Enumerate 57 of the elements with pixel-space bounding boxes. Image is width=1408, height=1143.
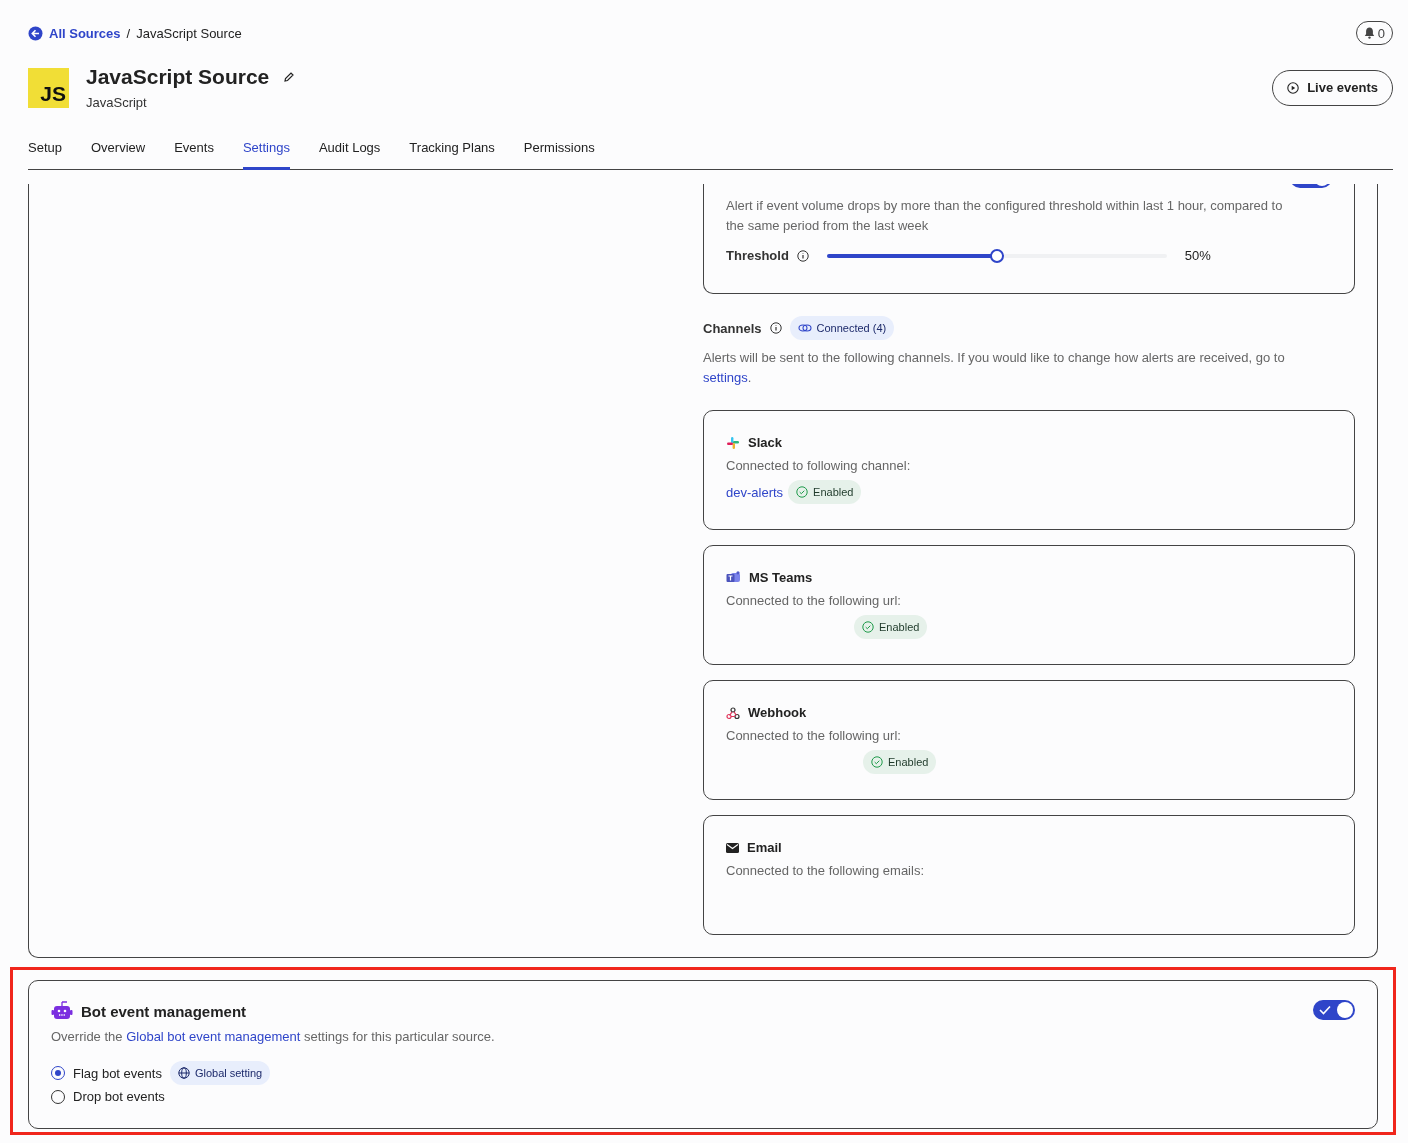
enabled-badge: Enabled — [863, 750, 937, 774]
webhook-icon — [726, 705, 740, 720]
tab[interactable]: Audit Logs — [318, 136, 381, 170]
channel-link[interactable]: dev-alerts — [726, 484, 784, 500]
tab[interactable]: Tracking Plans — [409, 136, 495, 170]
link-icon — [797, 323, 812, 333]
breadcrumb-current: JavaScript Source — [136, 25, 242, 41]
info-icon — [796, 249, 809, 262]
bot-description: Override the Global bot event management settings for this particular source. — [51, 1028, 496, 1046]
tab[interactable]: Setup — [28, 136, 62, 170]
threshold-label: Threshold — [726, 248, 789, 263]
global-setting-badge: Global setting — [169, 1061, 271, 1085]
robot-icon — [51, 1001, 73, 1021]
tab[interactable]: Settings — [242, 136, 290, 170]
channels-description: Alerts will be sent to the following channels. If you would like to change how alerts are received, go to settings. — [703, 349, 1286, 387]
breadcrumb-link[interactable]: All Sources — [49, 25, 121, 41]
pencil-icon[interactable] — [283, 71, 296, 83]
check-icon — [1319, 1005, 1331, 1015]
globe-icon — [177, 1067, 190, 1079]
connected-badge: Connected (4) — [789, 316, 895, 340]
channel-name: MS Teams — [749, 570, 813, 585]
tab[interactable]: Events — [174, 136, 214, 170]
bell-icon — [1363, 27, 1375, 39]
channel-name: Slack — [748, 435, 782, 450]
check-circle-icon — [862, 621, 874, 633]
channels-label: Channels — [703, 320, 762, 336]
source-title: JavaScript Source — [86, 65, 270, 89]
channel-caption: Connected to the following url: — [726, 728, 902, 743]
radio-label: Flag bot events — [73, 1065, 162, 1081]
channel-caption: Connected to the following url: — [726, 593, 902, 608]
breadcrumb-separator: / — [126, 25, 131, 41]
source-logo: JS — [28, 67, 69, 108]
envelope-icon — [726, 842, 739, 853]
enabled-badge: Enabled — [854, 615, 928, 639]
channel-name: Email — [747, 840, 782, 855]
play-circle-icon — [1287, 81, 1300, 94]
channel-name: Webhook — [748, 705, 807, 720]
settings-link[interactable]: settings — [703, 370, 748, 385]
check-circle-icon — [871, 756, 883, 768]
info-icon — [769, 322, 782, 334]
alert-description: Alert if event volume drops by more than the configured threshold within last 1 hour, compared to the same period from the last week — [726, 197, 1284, 235]
toggle-switch[interactable] — [1313, 1000, 1355, 1020]
channel-caption: Connected to the following emails: — [726, 863, 925, 878]
enabled-badge: Enabled — [788, 480, 862, 504]
source-type: JavaScript — [86, 95, 148, 110]
channel-caption: Connected to following channel: — [726, 458, 912, 473]
radio-label: Drop bot events — [73, 1089, 165, 1104]
threshold-reading: 50% — [1184, 248, 1211, 263]
check-circle-icon — [796, 486, 809, 498]
teams-icon — [726, 571, 741, 584]
threshold-slider[interactable] — [826, 248, 1167, 263]
tab[interactable]: Permissions — [523, 136, 595, 170]
bot-title: Bot event management — [81, 1002, 247, 1020]
slider-thumb[interactable] — [989, 248, 1004, 263]
slack-icon — [726, 435, 740, 450]
global-settings-link[interactable]: Global bot event management — [126, 1029, 301, 1044]
tab[interactable]: Overview — [91, 136, 146, 170]
